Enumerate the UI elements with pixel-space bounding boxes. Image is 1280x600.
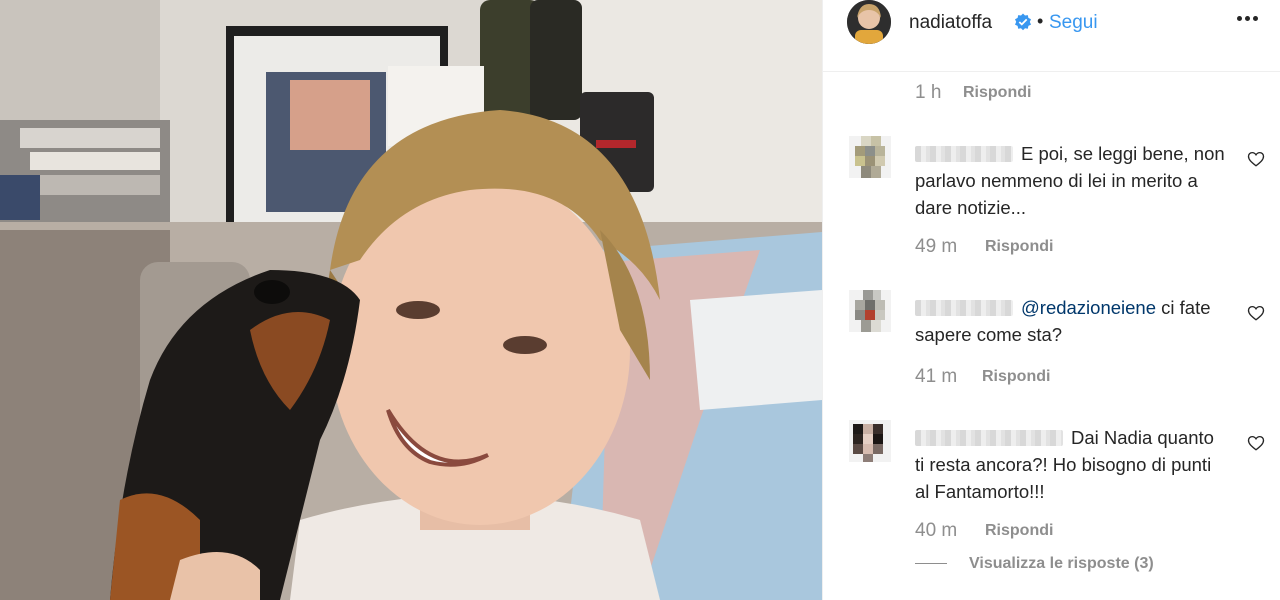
post-photo-illustration	[0, 0, 822, 600]
reply-button[interactable]: Rispondi	[963, 84, 1031, 102]
reply-button[interactable]: Rispondi	[982, 368, 1050, 386]
commenter-username-blurred[interactable]	[915, 146, 1013, 162]
commenter-username-blurred[interactable]	[915, 430, 1063, 446]
comment-time: 1 h	[915, 82, 942, 103]
header-username[interactable]: nadiatoffa	[909, 12, 992, 34]
like-heart-icon[interactable]	[1247, 150, 1265, 168]
replies-divider-line	[915, 563, 947, 565]
like-heart-icon[interactable]	[1247, 434, 1265, 452]
comment-text: E poi, se leggi bene, non parlavo nemmen…	[915, 140, 1225, 221]
comment-time: 40 m	[915, 520, 958, 541]
comment-time: 41 m	[915, 366, 958, 387]
follow-button[interactable]: Segui	[1049, 12, 1098, 34]
commenter-username-blurred[interactable]	[915, 300, 1013, 316]
comment-item: E poi, se leggi bene, non parlavo nemmen…	[823, 134, 1280, 264]
comment-text: Dai Nadia quanto ti resta ancora?! Ho bi…	[915, 424, 1225, 505]
comment-item: @redazioneiene ci fate sapere come sta? …	[823, 288, 1280, 398]
view-replies-button[interactable]: Visualizza le risposte (3)	[915, 555, 1154, 573]
verified-badge-icon	[1014, 13, 1032, 31]
profile-avatar[interactable]	[847, 0, 891, 44]
post-header: nadiatoffa • Segui	[823, 0, 1280, 72]
post-sidebar: nadiatoffa • Segui 1 h Rispondi E poi, s…	[822, 0, 1280, 600]
post-image[interactable]	[0, 0, 822, 600]
view-replies-label: Visualizza le risposte (3)	[969, 555, 1154, 572]
header-separator: •	[1037, 11, 1044, 31]
reply-button[interactable]: Rispondi	[985, 238, 1053, 256]
like-heart-icon[interactable]	[1247, 304, 1265, 322]
comments-list: 1 h Rispondi E poi, se leggi bene, non p…	[823, 72, 1280, 600]
commenter-avatar[interactable]	[849, 290, 891, 332]
comment-time: 49 m	[915, 236, 958, 257]
comment-text: @redazioneiene ci fate sapere come sta?	[915, 294, 1225, 348]
commenter-avatar[interactable]	[849, 136, 891, 178]
comment-mention-link[interactable]: @redazioneiene	[1021, 297, 1156, 318]
commenter-avatar[interactable]	[849, 420, 891, 462]
comment-item: Dai Nadia quanto ti resta ancora?! Ho bi…	[823, 418, 1280, 548]
more-options-icon[interactable]	[1237, 16, 1259, 22]
reply-button[interactable]: Rispondi	[985, 522, 1053, 540]
